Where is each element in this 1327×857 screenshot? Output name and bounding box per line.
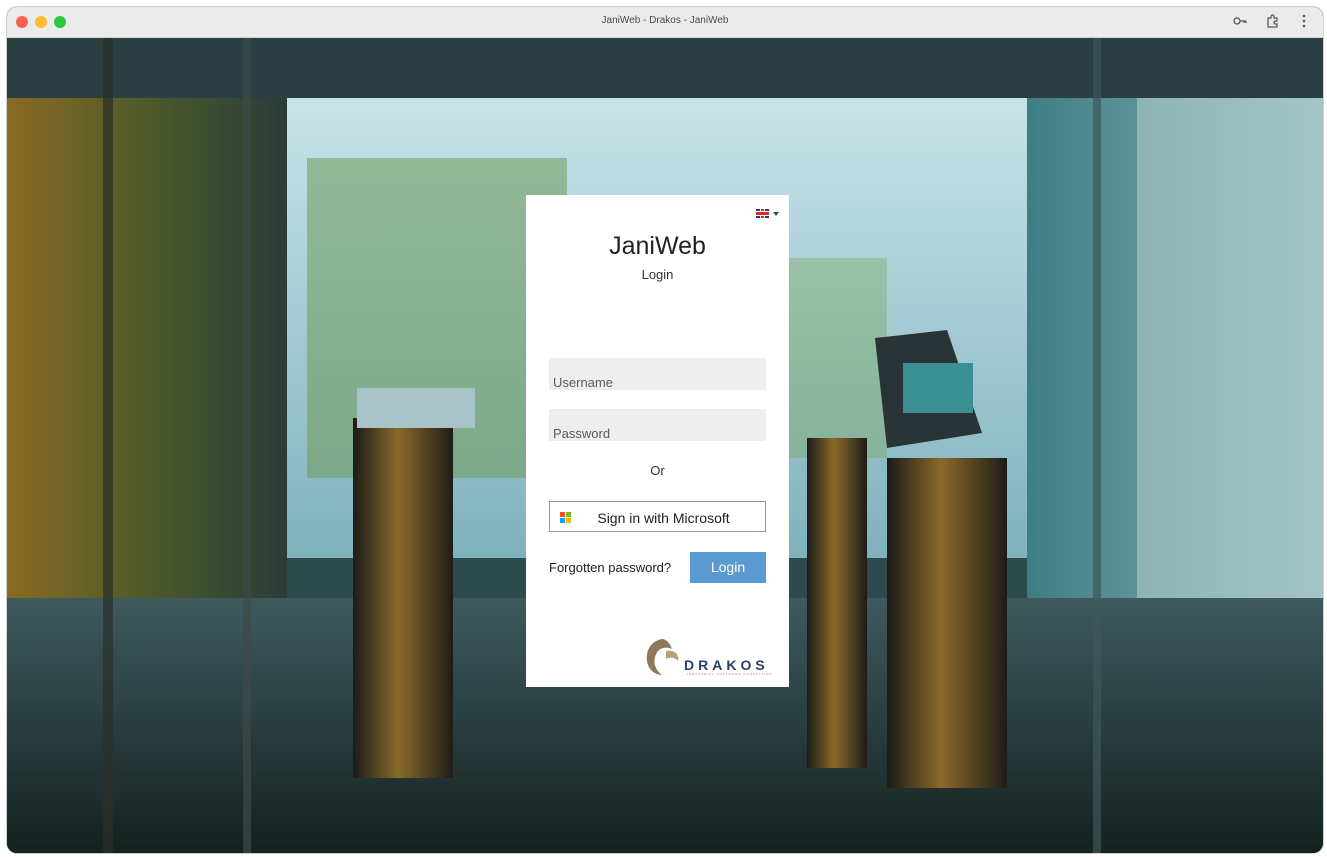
uk-flag-icon xyxy=(756,209,769,218)
forgotten-password-link[interactable]: Forgotten password? xyxy=(549,560,671,575)
more-vertical-icon[interactable] xyxy=(1295,12,1313,30)
or-divider: Or xyxy=(650,463,665,478)
app-title: JaniWeb xyxy=(609,232,706,260)
logo-tagline: INDUSTRIAL SOFTWARE CONSULTING xyxy=(687,672,773,676)
extension-icon[interactable] xyxy=(1263,12,1281,30)
logo-wordmark: DRAKOS xyxy=(684,657,769,673)
sign-in-with-microsoft-button[interactable]: Sign in with Microsoft xyxy=(549,501,766,532)
password-input[interactable] xyxy=(549,409,766,441)
title-bar: JaniWeb - Drakos - JaniWeb xyxy=(7,7,1323,38)
chevron-down-icon xyxy=(773,211,779,216)
window-title: JaniWeb - Drakos - JaniWeb xyxy=(601,15,729,26)
username-input[interactable] xyxy=(549,358,766,390)
key-icon[interactable] xyxy=(1231,12,1249,30)
language-selector[interactable] xyxy=(756,209,779,218)
drakos-logo: DRAKOS INDUSTRIAL SOFTWARE CONSULTING xyxy=(640,635,780,680)
login-subtitle: Login xyxy=(641,267,674,282)
login-button[interactable]: Login xyxy=(690,552,766,583)
microsoft-button-label: Sign in with Microsoft xyxy=(597,510,730,526)
login-card: JaniWeb Login Or Sign in with Microsoft … xyxy=(526,195,789,687)
dragon-logo-icon xyxy=(646,639,679,675)
